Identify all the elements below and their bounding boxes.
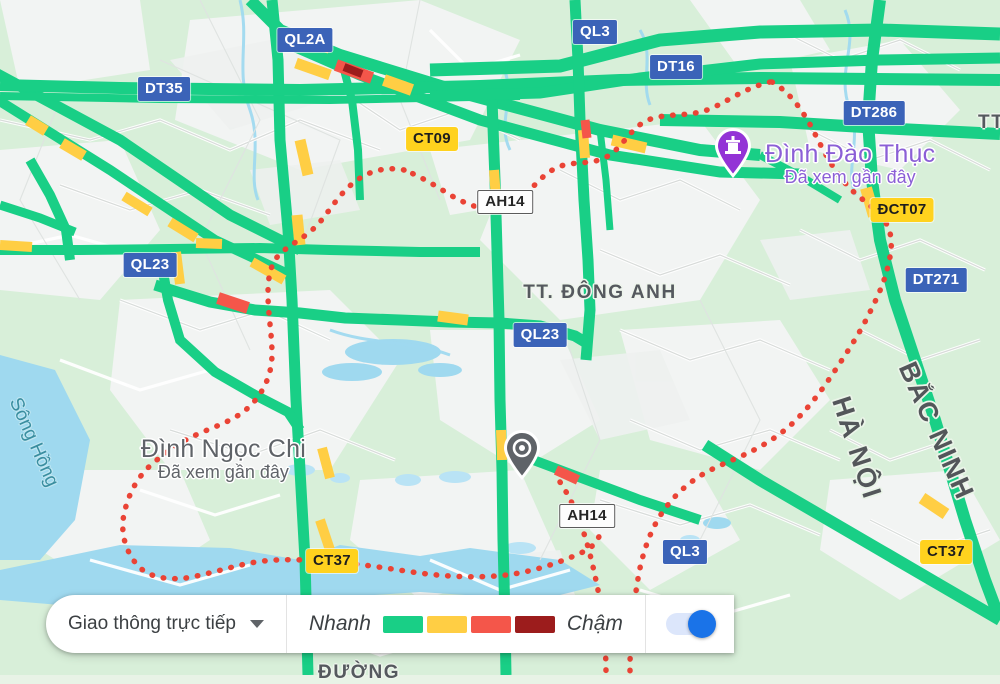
road-shield-dt271[interactable]: DT271 — [905, 268, 967, 292]
legend-fast-label: Nhanh — [308, 612, 371, 635]
traffic-mode-label: Giao thông trực tiếp — [68, 613, 236, 634]
legend-swatch-1 — [426, 615, 467, 633]
road-shield-đct07[interactable]: ĐCT07 — [870, 198, 934, 222]
traffic-mode-selector[interactable]: Giao thông trực tiếp — [46, 595, 286, 653]
road-shield-dt35[interactable]: DT35 — [138, 77, 190, 101]
road-shield-ql23[interactable]: QL23 — [513, 323, 567, 347]
poi-subtitle: Đã xem gần đây — [157, 462, 289, 482]
road-shield-ah14[interactable]: AH14 — [559, 504, 615, 528]
road-shield-ql23[interactable]: QL23 — [123, 253, 177, 277]
chevron-down-icon[interactable] — [249, 620, 264, 628]
poi-label[interactable]: Đình Đào Thục Đã xem gần đây — [765, 140, 935, 188]
road-shield-ct09[interactable]: CT09 — [406, 127, 458, 151]
legend-swatch-0 — [382, 615, 423, 633]
poi-subtitle: Đã xem gần đây — [784, 167, 916, 187]
poi-marker-pin[interactable] — [501, 428, 543, 482]
toggle-knob — [687, 610, 716, 638]
poi-marker-pin[interactable] — [712, 126, 754, 180]
poi-label[interactable]: Đình Ngọc Chi Đã xem gần đây — [141, 435, 306, 483]
road-shield-dt16[interactable]: DT16 — [650, 55, 702, 79]
road-shield-ql2a[interactable]: QL2A — [277, 28, 333, 52]
poi-name: Đình Đào Thục — [765, 140, 936, 168]
legend-color-swatches — [382, 615, 555, 633]
legend-slow-label: Chậm — [566, 612, 623, 635]
traffic-layer-toggle[interactable] — [665, 610, 716, 638]
legend-swatch-3 — [514, 615, 555, 633]
road-shield-ql3[interactable]: QL3 — [572, 20, 618, 44]
traffic-speed-legend: Nhanh Chậm — [285, 595, 645, 653]
traffic-legend-panel[interactable]: Giao thông trực tiếp Nhanh Chậm — [46, 595, 734, 653]
traffic-toggle-section[interactable] — [644, 595, 734, 653]
road-shield-ct37[interactable]: CT37 — [920, 540, 972, 564]
road-shield-ct37[interactable]: CT37 — [306, 549, 358, 573]
road-shield-ql3[interactable]: QL3 — [662, 540, 708, 564]
road-shield-ah14[interactable]: AH14 — [477, 190, 533, 214]
poi-name: Đình Ngọc Chi — [140, 435, 306, 463]
road-shield-dt286[interactable]: DT286 — [843, 101, 905, 125]
legend-swatch-2 — [470, 615, 511, 633]
